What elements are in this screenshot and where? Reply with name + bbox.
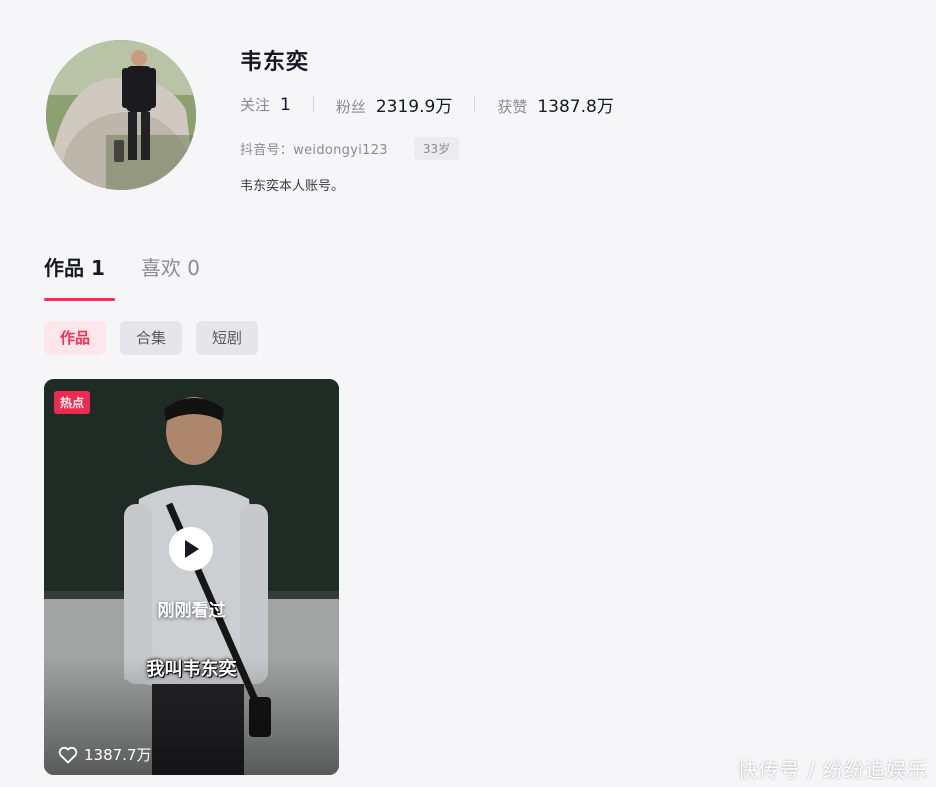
username: 韦东奕: [240, 50, 310, 75]
stat-followers[interactable]: 粉丝 2319.9万: [336, 92, 453, 117]
stat-divider: [312, 96, 314, 112]
tab-works[interactable]: 作品 1: [44, 252, 105, 281]
stat-followers-value: 2319.9万: [375, 96, 453, 117]
video-card[interactable]: 热点 刚刚看过 我叫韦东奕 1387.7万: [44, 379, 339, 775]
play-button[interactable]: [169, 527, 213, 571]
stat-likes-label: 获赞: [497, 97, 528, 116]
watermark: 快传号 / 纷纷追娱乐: [737, 758, 928, 782]
video-likes: 1387.7万: [58, 744, 152, 765]
account-id: 抖音号：weidongyi123: [240, 143, 388, 158]
tab-likes[interactable]: 喜欢 0: [141, 252, 200, 281]
stat-following-value: 1: [280, 94, 291, 115]
recently-watched-label: 刚刚看过: [157, 601, 226, 621]
hot-badge: 热点: [54, 391, 91, 414]
avatar[interactable]: [46, 40, 196, 190]
active-tab-indicator: [44, 298, 115, 301]
video-thumbnail: [44, 379, 339, 775]
avatar-image: [46, 40, 196, 190]
filter-short-dramas[interactable]: 短剧: [196, 321, 259, 355]
profile-meta: 抖音号：weidongyi123 33岁: [240, 137, 460, 160]
stat-likes: 获赞 1387.8万: [497, 92, 614, 117]
heart-outline-icon: [58, 746, 78, 764]
stat-followers-label: 粉丝: [335, 97, 366, 116]
filter-chips: 作品 合集 短剧: [44, 321, 272, 355]
age-badge: 33岁: [413, 137, 460, 160]
stat-following-label: 关注: [240, 95, 271, 114]
video-likes-count: 1387.7万: [84, 746, 152, 764]
filter-collections[interactable]: 合集: [120, 321, 183, 355]
stat-likes-value: 1387.8万: [537, 96, 614, 117]
bio: 韦东奕本人账号。: [240, 179, 345, 194]
stat-following[interactable]: 关注 1: [240, 94, 291, 115]
stat-divider: [474, 96, 476, 112]
profile-tabs: 作品 1 喜欢 0: [44, 252, 236, 281]
video-caption: 我叫韦东奕: [146, 659, 237, 680]
profile-stats: 关注 1 粉丝 2319.9万 获赞 1387.8万: [240, 92, 614, 117]
filter-works[interactable]: 作品: [44, 321, 107, 355]
play-icon: [185, 540, 199, 558]
